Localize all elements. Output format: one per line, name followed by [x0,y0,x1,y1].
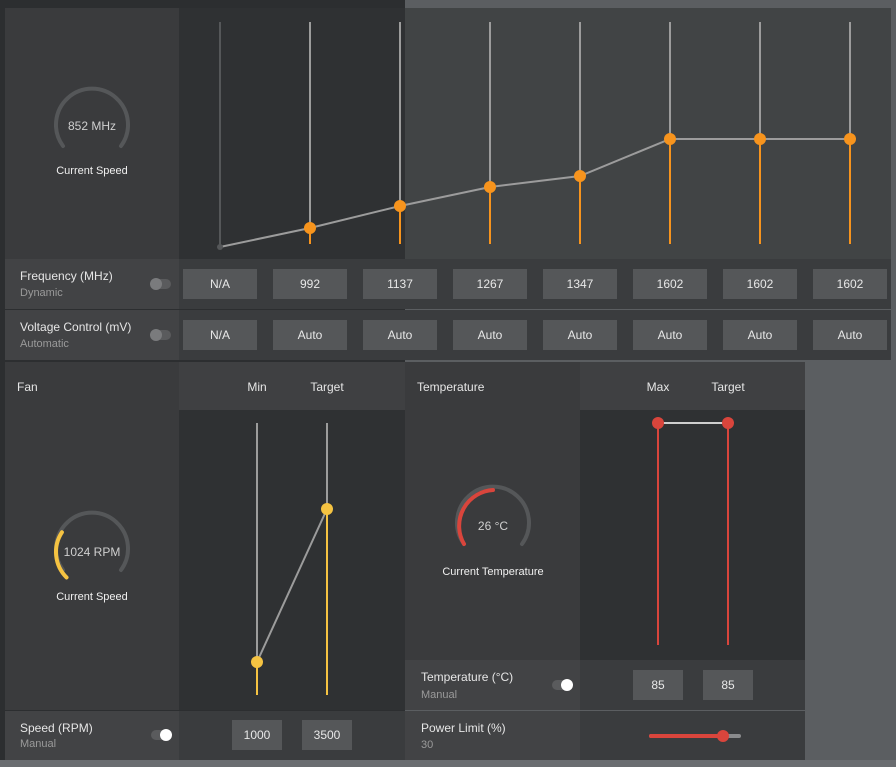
gpu-state-handle[interactable] [574,170,586,182]
voltage-state-7[interactable]: Auto [813,320,887,350]
temperature-col-max: Max [646,380,670,394]
frequency-state-0: N/A [183,269,257,299]
gpu-state-handle[interactable] [664,133,676,145]
voltage-mode: Automatic [20,338,69,350]
voltage-state-2[interactable]: Auto [363,320,437,350]
voltage-state-4[interactable]: Auto [543,320,617,350]
temperature-title: Temperature [417,380,485,394]
frequency-state-5[interactable]: 1602 [633,269,707,299]
fan-curve-chart [251,423,333,695]
voltage-state-3[interactable]: Auto [453,320,527,350]
voltage-state-1[interactable]: Auto [273,320,347,350]
temperature-values-row [580,660,805,710]
power-limit-slider[interactable] [649,730,741,742]
temperature-value: 26 °C [477,519,509,533]
fan-speed-caption: Current Speed [56,591,128,603]
voltage-toggle[interactable] [150,329,171,341]
temperature-caption: Current Temperature [442,566,544,578]
frequency-state-4[interactable]: 1347 [543,269,617,299]
fan-speed-mode: Manual [20,738,57,750]
frequency-toggle[interactable] [150,278,171,290]
temperature-max-handle[interactable] [652,417,664,429]
fan-target-input[interactable]: 3500 [302,720,352,750]
frequency-state-3[interactable]: 1267 [453,269,527,299]
voltage-state-5[interactable]: Auto [633,320,707,350]
gpu-state-handle[interactable] [394,200,406,212]
gpu-state-handle[interactable] [844,133,856,145]
gpu-state-handle[interactable] [484,181,496,193]
gpu-state-handle[interactable] [754,133,766,145]
power-limit-label: Power Limit (%) [421,721,506,735]
temperature-label: Temperature (°C) [421,670,514,684]
frequency-state-7[interactable]: 1602 [813,269,887,299]
voltage-state-6[interactable]: Auto [723,320,797,350]
fan-values-row [179,711,405,760]
fan-min-input[interactable]: 1000 [232,720,282,750]
gpu-state-handle[interactable] [304,222,316,234]
fan-min-handle[interactable] [251,656,263,668]
frequency-state-6[interactable]: 1602 [723,269,797,299]
temperature-max-input[interactable]: 85 [633,670,683,700]
gpu-state-chart [217,22,856,250]
fan-speed-toggle[interactable] [151,729,172,741]
frequency-label: Frequency (MHz) [20,269,113,283]
power-limit-value: 30 [421,739,434,751]
fan-curve-line [256,508,328,663]
fan-col-target: Target [310,380,344,394]
temperature-curve-chart [652,417,734,645]
temperature-toggle[interactable] [552,679,573,691]
temperature-col-target: Target [711,380,745,394]
fan-col-min: Min [247,380,267,394]
fan-speed-value: 1024 RPM [63,545,121,559]
temperature-mode: Manual [421,689,458,701]
fan-speed-label: Speed (RPM) [20,721,93,735]
gpu-state-handle-disabled [217,244,223,250]
frequency-state-2[interactable]: 1137 [363,269,437,299]
temperature-target-handle[interactable] [722,417,734,429]
frequency-state-1[interactable]: 992 [273,269,347,299]
voltage-label: Voltage Control (mV) [20,320,132,334]
fan-columns-header [179,362,405,410]
power-limit-handle[interactable] [716,730,729,742]
temperature-target-input[interactable]: 85 [703,670,753,700]
temperature-columns-header [580,362,805,410]
fan-target-handle[interactable] [321,503,333,515]
bottom-strip [0,760,896,767]
power-limit-fill [649,734,723,738]
voltage-state-0: N/A [183,320,257,350]
power-limit-row-header [405,711,580,760]
frequency-mode: Dynamic [20,287,63,299]
fan-title: Fan [17,380,38,394]
